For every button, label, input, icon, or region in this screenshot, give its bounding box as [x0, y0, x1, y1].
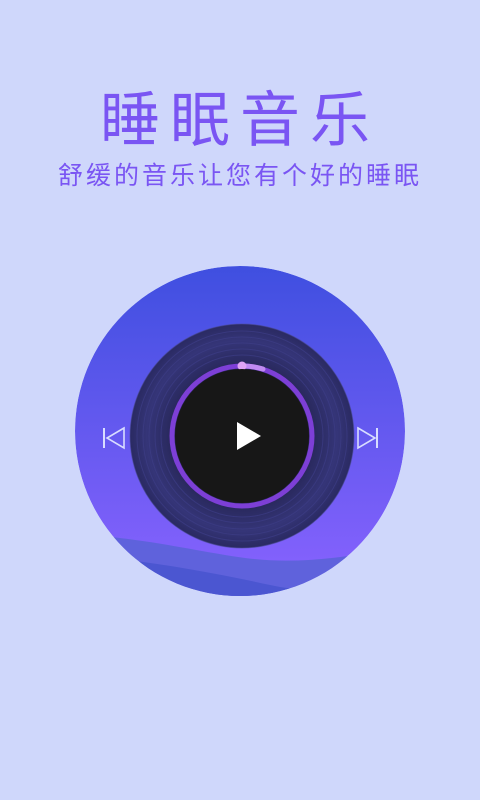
page-subtitle: 舒缓的音乐让您有个好的睡眠 [57, 161, 422, 190]
music-player-disc [75, 266, 405, 596]
page-title: 睡眠音乐 [100, 86, 380, 156]
music-player-graphic [75, 266, 405, 596]
